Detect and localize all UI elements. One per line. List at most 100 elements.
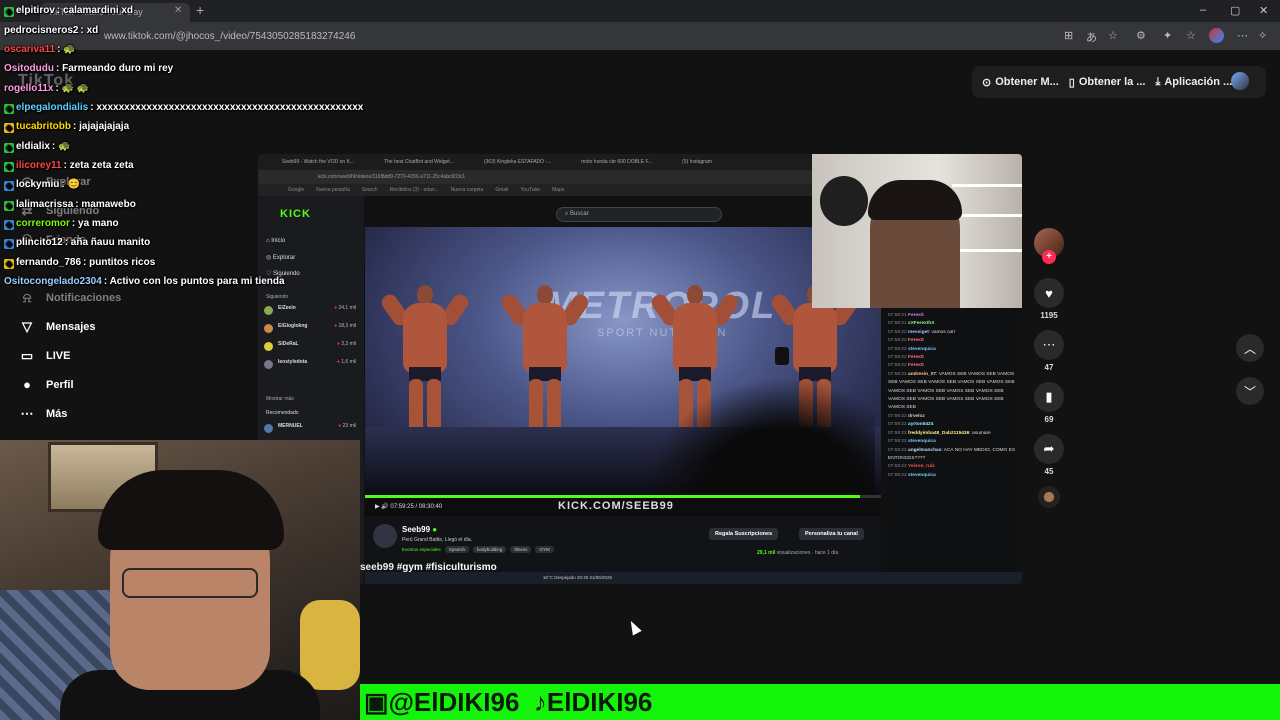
kick-chat-line: 07:59:22 Yeison_ruiz: [888, 464, 935, 470]
kick-chat-line: 07:59:22 angelmanchas: ACA NO HAY MEDIO,…: [888, 447, 1016, 461]
streamer-name: Seeb99 ●: [402, 525, 438, 534]
comment-icon: ⋯: [1034, 330, 1064, 360]
chat-username: correromor: [16, 218, 70, 229]
audience: [645, 377, 875, 495]
kick-chat-line: 07:58:22 andresin_07: VAMOS SEB VAMOS SE…: [888, 371, 1015, 411]
extension-puzzle-icon[interactable]: ✦: [1163, 29, 1172, 42]
chat-message: ◆ elpitirov: calamardini xd: [4, 5, 134, 17]
chat-text: Farmeando duro mi rey: [62, 63, 174, 74]
chevron-down-icon: ﹀: [1243, 384, 1256, 399]
share-icon: ➦: [1034, 434, 1064, 464]
install-app-icon[interactable]: ⊞: [1064, 29, 1073, 42]
chat-username: Ositocongelado2304: [4, 276, 102, 287]
chat-username: plincito12: [16, 237, 63, 248]
get-coins-button[interactable]: ⊙ Obtener M...: [982, 76, 1059, 89]
webcam-overlay: [0, 440, 360, 720]
kick-chat-line: 07:58:21 Ferexti: [888, 313, 924, 318]
kick-chat-line: 07:59:22 drveloz: [888, 413, 925, 419]
chat-username: pedrocisneros2: [4, 25, 79, 36]
user-avatar[interactable]: [1231, 72, 1249, 90]
chat-message: rogello11x: 🐢 🐢: [4, 83, 90, 94]
previous-video-button[interactable]: ︿: [1236, 334, 1264, 362]
copilot-icon[interactable]: ✧: [1258, 29, 1267, 42]
chat-username: oscariva11: [4, 44, 56, 55]
chat-text: puntitos ricos: [89, 257, 156, 268]
avatar-icon: ●: [23, 377, 31, 392]
chat-username: ilicorey11: [16, 160, 62, 171]
browser-profile-avatar[interactable]: [1209, 28, 1224, 43]
chevron-up-icon: ︿: [1243, 341, 1256, 356]
chat-badge-icon: ◆: [4, 181, 14, 191]
translate-icon[interactable]: あ: [1086, 29, 1097, 45]
sidebar-item-live[interactable]: ▭ LIVE: [18, 348, 71, 364]
phone-icon: ▯: [1068, 76, 1075, 89]
kick-chat-line: 07:58:22 messiget: vamos carr: [888, 329, 956, 335]
chat-badge-icon: ◆: [4, 104, 14, 114]
chat-message: ◆ fernando_786: puntitos ricos: [4, 257, 156, 269]
chat-username: elpitirov: [16, 5, 55, 16]
chat-username: lalimacrissa: [16, 199, 74, 210]
bodybuilding-stage: METROPOL SPORT NUTRITION: [365, 227, 881, 495]
kick-recommended-label: Recomendado: [266, 410, 299, 416]
inner-taskbar: 16°C Despejado 20:45 21/06/2025: [365, 572, 1022, 584]
tiktok-handle: ♪ElDIKI96: [533, 687, 653, 717]
browser-menu-icon[interactable]: ⋯: [1237, 29, 1248, 42]
chat-username: eldialix: [16, 141, 50, 152]
extensions-icon[interactable]: ⚙: [1136, 29, 1146, 42]
chat-text: Activo con los puntos para mi tienda: [109, 276, 285, 287]
chat-message: Ositodudu: Farmeando duro mi rey: [4, 63, 174, 74]
sidebar-item-more[interactable]: ⋯ Más: [18, 406, 68, 422]
kick-handle: ▣@ElDIKI96: [364, 687, 520, 717]
chat-badge-icon: ◆: [4, 123, 14, 133]
message-icon: ▽: [22, 319, 32, 334]
kick-chat: 07:58:21 Ferexti 07:58:21 xXFerexthX 07:58…: [882, 308, 1022, 572]
chat-message: ◆ correromor: ya mano: [4, 218, 119, 230]
chat-message: ◆ tucabritobb: jajajajajaja: [4, 121, 130, 133]
comment-button[interactable]: ⋯ 47: [1034, 330, 1064, 372]
streamer-webcam: [812, 154, 1022, 308]
kick-show-more: Mostrar más: [266, 396, 294, 402]
chat-badge-icon: ◆: [4, 220, 14, 230]
chat-username: fernando_786: [16, 257, 82, 268]
kick-chat-line: 07:58:22 Ferexti: [888, 355, 924, 361]
stream-tags: Eventos especiales Spanish bodybuilding fi…: [402, 546, 554, 553]
sidebar-item-messages[interactable]: ▽ Mensajes: [18, 319, 96, 335]
chat-text: 😊: [67, 179, 80, 190]
download-icon: ⤓: [1155, 75, 1161, 88]
gift-subs-button: Regala Suscripciones: [709, 528, 779, 540]
follow-button[interactable]: +: [1042, 250, 1056, 264]
chat-message: ◆ lockymiu: 😊: [4, 179, 80, 191]
athlete: [378, 285, 472, 443]
sidebar-item-profile[interactable]: ● Perfil: [18, 377, 73, 392]
kick-chat-line: 07:58:22 Ferexti: [888, 338, 924, 344]
chat-text: xxxxxxxxxxxxxxxxxxxxxxxxxxxxxxxxxxxxxxxx…: [96, 102, 364, 113]
top-action-bar: ⊙ Obtener M... ▯ Obtener la ... ⤓ Aplicació…: [972, 66, 1266, 98]
chat-username: rogello11x: [4, 83, 54, 94]
share-button[interactable]: ➦ 45: [1034, 434, 1064, 476]
kick-chat-line: 07:59:22 freddyimba48_Dab2115436: asumar…: [888, 430, 991, 436]
close-window-button[interactable]: ✕: [1259, 4, 1268, 17]
maximize-button[interactable]: ▢: [1230, 4, 1240, 17]
get-app-button[interactable]: ▯ Obtener la ...: [1069, 76, 1146, 89]
glasses: [122, 568, 258, 598]
bookmark-star-icon[interactable]: ☆: [1108, 29, 1118, 42]
chat-message: oscariva11: 🐢: [4, 44, 76, 55]
kick-chat-line: 07:59:22 ayrton5424: [888, 422, 934, 428]
minimize-button[interactable]: –: [1200, 4, 1206, 16]
like-button[interactable]: ♥ 1195: [1034, 278, 1064, 320]
chat-text: aña ñauu manito: [70, 237, 151, 248]
desktop-app-button[interactable]: ⤓ Aplicación ...: [1155, 76, 1232, 89]
chat-username: Ositodudu: [4, 63, 54, 74]
bookmark-icon: ▮: [1034, 382, 1064, 412]
favorites-icon[interactable]: ☆: [1186, 29, 1196, 42]
kick-chat-line: 07:58:22 Ferexti: [888, 363, 924, 369]
plush-toy: [300, 600, 360, 690]
kick-channel: leostyledota1,6 mil: [264, 358, 356, 372]
stream-title: Perú Grand Battle, Llegó el día.: [402, 537, 473, 543]
save-button[interactable]: ▮ 69: [1034, 382, 1064, 424]
chat-badge-icon: ◆: [4, 7, 14, 17]
next-video-button[interactable]: ﹀: [1236, 377, 1264, 405]
chat-text: xd: [86, 25, 99, 36]
sound-disc[interactable]: [1038, 486, 1060, 508]
chat-text: 🐢: [58, 141, 71, 152]
